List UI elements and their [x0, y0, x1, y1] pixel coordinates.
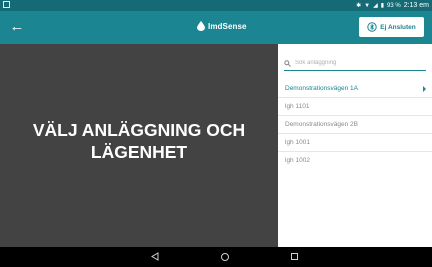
facility-list: Demonstrationsvägen 1A lgh 1101 Demonstr…	[278, 80, 432, 169]
logo-text: ImdSense	[208, 21, 247, 31]
search-icon	[284, 59, 291, 67]
list-item-label: lgh 1002	[285, 157, 310, 164]
list-item[interactable]: Demonstrationsvägen 1A	[278, 80, 432, 97]
connection-status-button[interactable]: Ej Ansluten	[359, 17, 424, 37]
arrow-left-icon: ←	[9, 18, 25, 35]
list-item-label: Demonstrationsvägen 2B	[285, 121, 358, 128]
list-item-label: lgh 1001	[285, 139, 310, 146]
wifi-icon: ▼	[364, 2, 371, 9]
connection-status-label: Ej Ansluten	[380, 23, 416, 31]
page-title: VÄLJ ANLÄGGNING OCH LÄGENHET	[0, 119, 278, 163]
list-item[interactable]: lgh 1101	[278, 98, 432, 115]
battery-percent: 93 %	[387, 2, 401, 9]
clock: 2:13 em	[403, 2, 429, 9]
notification-icon	[3, 1, 10, 8]
nav-recent-apps-icon[interactable]	[291, 253, 298, 260]
page-title-line-1: VÄLJ ANLÄGGNING OCH	[32, 120, 246, 140]
bluetooth-circle-icon	[367, 22, 377, 32]
status-bar: ✱ ▼ ◢ ▮ 93 % 2:13 em	[0, 0, 432, 11]
app-bar: ← ImdSense Ej Ansluten	[0, 11, 432, 44]
battery-icon: ▮	[380, 3, 385, 9]
list-item-label: lgh 1101	[285, 103, 310, 110]
page-title-line-2: LÄGENHET	[90, 142, 188, 162]
signal-icon: ◢	[373, 3, 378, 9]
status-icons: ✱ ▼ ◢ ▮ 93 % 2:13 em	[356, 2, 429, 9]
list-item-label: Demonstrationsvägen 1A	[285, 85, 358, 92]
list-item[interactable]: Demonstrationsvägen 2B	[278, 116, 432, 133]
drop-logo-icon	[197, 21, 205, 31]
search-bar	[284, 56, 426, 71]
nav-home-icon[interactable]	[221, 253, 229, 261]
logo: ImdSense	[197, 21, 247, 31]
facility-list-panel: Demonstrationsvägen 1A lgh 1101 Demonstr…	[278, 44, 432, 247]
back-button[interactable]: ←	[6, 16, 28, 38]
left-panel: VÄLJ ANLÄGGNING OCH LÄGENHET	[0, 44, 278, 247]
system-navigation-bar	[0, 247, 432, 267]
bluetooth-icon: ✱	[356, 3, 362, 9]
search-input[interactable]	[295, 60, 415, 66]
chevron-right-icon	[423, 86, 426, 92]
nav-back-icon[interactable]	[151, 252, 159, 261]
list-item[interactable]: lgh 1002	[278, 152, 432, 169]
list-item[interactable]: lgh 1001	[278, 134, 432, 151]
